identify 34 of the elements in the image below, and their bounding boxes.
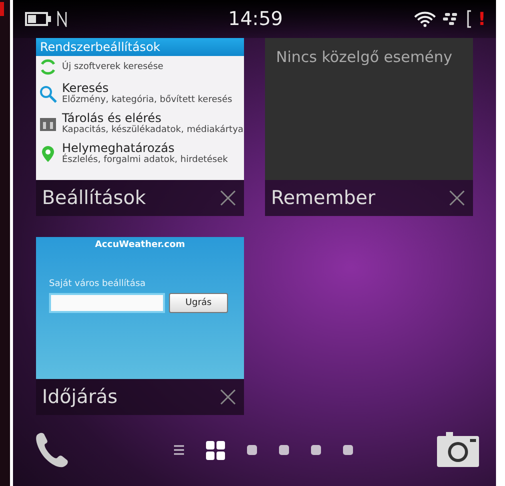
setting-subtitle: Új szoftverek keresése — [62, 62, 164, 72]
empty-message: Nincs közelgő esemény — [276, 48, 454, 66]
close-icon[interactable] — [220, 389, 236, 405]
search-icon — [39, 84, 57, 102]
setting-subtitle: Észlelés, forgalmi adatok, hirdetések — [62, 155, 228, 166]
location-pin-icon — [39, 144, 57, 162]
setting-title: Tárolás és elérés — [62, 111, 162, 125]
camera-icon[interactable] — [436, 432, 480, 468]
settings-header: Rendszerbeállítások — [36, 38, 244, 56]
setting-subtitle: Előzmény, kategória, bővített keresés — [62, 95, 232, 106]
alert-mark — [0, 2, 4, 16]
app-grid-icon[interactable] — [206, 440, 225, 460]
setting-title: Helymeghatározás — [62, 141, 176, 155]
frame-title[interactable]: Remember — [271, 187, 376, 209]
close-icon[interactable] — [449, 190, 465, 206]
close-icon[interactable] — [220, 190, 236, 206]
go-button[interactable]: Ugrás — [169, 293, 228, 313]
city-input[interactable] — [49, 293, 165, 313]
wifi-icon — [414, 11, 436, 27]
messenger-icon — [442, 12, 460, 26]
phone-icon[interactable] — [33, 431, 71, 469]
alert-indicator: ! — [478, 8, 486, 30]
bracket-icon — [466, 10, 472, 28]
clock: 14:59 — [228, 8, 283, 30]
city-label: Saját város beállítása — [49, 279, 146, 289]
nfc-icon — [57, 11, 67, 27]
battery-icon — [25, 12, 51, 26]
setting-subtitle: Kapacitás, készülékadatok, médiakártya — [62, 125, 244, 136]
refresh-icon — [39, 58, 57, 76]
list-icon[interactable] — [174, 445, 184, 455]
weather-brand: AccuWeather.com — [94, 239, 186, 250]
frame-title[interactable]: Beállítások — [42, 187, 146, 209]
setting-title: Keresés — [62, 81, 110, 95]
frame-title[interactable]: Időjárás — [42, 386, 118, 408]
